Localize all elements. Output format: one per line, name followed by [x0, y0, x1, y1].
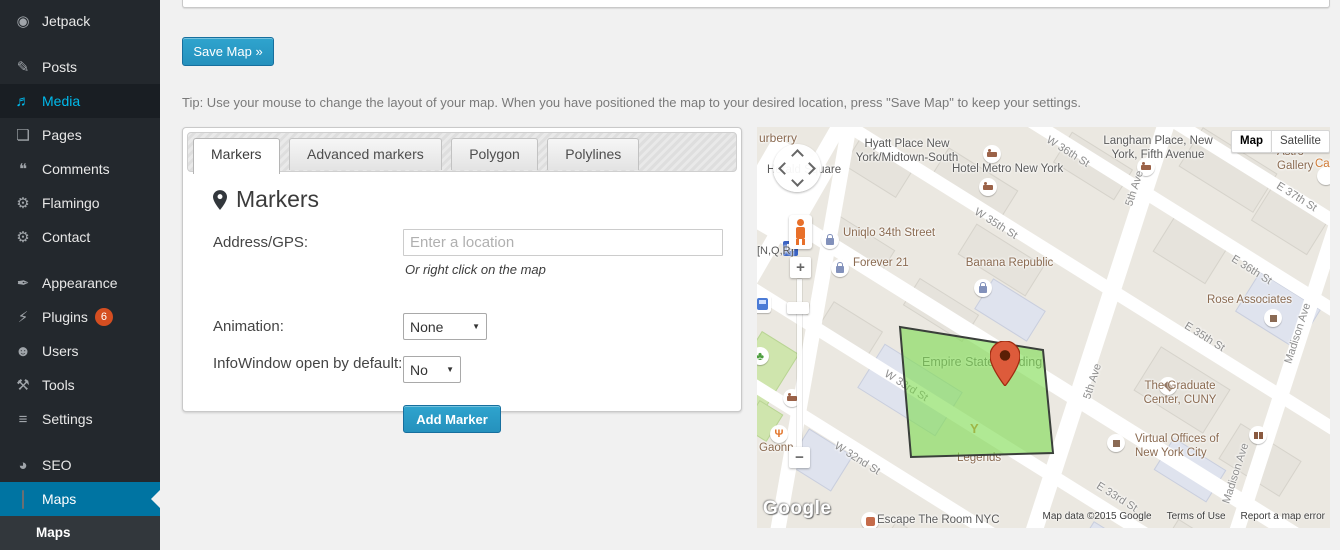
sidebar-item-label: Maps [42, 491, 77, 507]
sidebar-item-label: Posts [42, 59, 78, 75]
marker-pin-icon [213, 189, 227, 210]
sidebar-item-label: Users [42, 343, 79, 359]
comment-bubble-icon: ❝ [18, 161, 28, 178]
gear-icon: ⚙ [16, 195, 30, 212]
sidebar-item-plugins[interactable]: ⚡ Plugins 6 [0, 300, 160, 334]
sidebar-item-jetpack[interactable]: ◉ Jetpack [0, 4, 160, 38]
tip-text: Tip: Use your mouse to change the layout… [182, 95, 1082, 110]
animation-label: Animation: [213, 318, 284, 335]
map-marker-pin[interactable] [990, 341, 1020, 386]
map-type-satellite-button[interactable]: Satellite [1271, 130, 1330, 153]
zoom-slider-handle[interactable] [787, 302, 809, 314]
gear-icon: ⚙ [16, 229, 30, 246]
maps-icon [12, 489, 34, 509]
sidebar-separator [0, 436, 160, 448]
street-view-pegman[interactable] [789, 215, 812, 249]
pan-down-icon[interactable] [791, 174, 804, 187]
map-type-map-button[interactable]: Map [1231, 130, 1271, 153]
tab-advanced-markers[interactable]: Advanced markers [289, 138, 442, 170]
report-map-error-link[interactable]: Report a map error [1241, 511, 1325, 522]
add-marker-button[interactable]: Add Marker [403, 405, 501, 433]
sidebar-item-label: Media [42, 93, 81, 109]
jetpack-icon: ◉ [16, 13, 30, 30]
map-type-control: Map Satellite [1231, 130, 1330, 153]
sidebar-item-media[interactable]: ♬ Media [0, 84, 160, 118]
panel-heading: Markers [213, 186, 741, 213]
infowindow-label: InfoWindow open by default: [213, 355, 403, 372]
google-map-canvas[interactable]: ♣ Ψ M Y urberry Herald Square Hyatt Plac… [757, 127, 1330, 528]
sidebar-item-label: Settings [42, 411, 93, 427]
pan-left-icon[interactable] [778, 162, 791, 175]
sliders-icon: ≡ [18, 410, 28, 428]
tab-polylines[interactable]: Polylines [547, 138, 640, 170]
infowindow-select-value: No [410, 361, 428, 378]
sidebar-item-label: Flamingo [42, 195, 100, 211]
user-icon: ☻ [15, 342, 31, 360]
terms-of-use-link[interactable]: Terms of Use [1167, 511, 1226, 522]
sidebar-item-label: Tools [42, 377, 75, 393]
sidebar-item-tools[interactable]: ⚒ Tools [0, 368, 160, 402]
address-label: Address/GPS: [213, 234, 309, 251]
zoom-out-button[interactable]: − [789, 447, 810, 468]
pushpin-icon: ✎ [16, 59, 30, 76]
pages-icon: ❏ [16, 127, 30, 144]
shortcode-box-partial [182, 0, 1330, 8]
admin-sidebar: ◉ Jetpack ✎ Posts ♬ Media ❏ Pages ❝ Comm… [0, 0, 160, 550]
animation-select-value: None [410, 318, 444, 335]
sidebar-item-comments[interactable]: ❝ Comments [0, 152, 160, 186]
marker-settings-panel: Markers Advanced markers Polygon Polylin… [182, 127, 742, 433]
admin-content: Save Map » Tip: Use your mouse to change… [160, 0, 1340, 550]
sidebar-item-label: Jetpack [42, 13, 91, 29]
map-copyright: Map data ©2015 Google [1042, 511, 1152, 522]
sidebar-item-label: Contact [42, 229, 91, 245]
tabs-bar: Markers Advanced markers Polygon Polylin… [187, 132, 737, 174]
plugins-update-badge: 6 [94, 308, 113, 326]
map-attribution: Map data ©2015 Google Terms of Use Repor… [1042, 511, 1325, 522]
media-icon: ♬ [15, 92, 31, 110]
sidebar-item-flamingo[interactable]: ⚙ Flamingo [0, 186, 160, 220]
sidebar-item-label: Comments [42, 161, 110, 177]
sidebar-item-contact[interactable]: ⚙ Contact [0, 220, 160, 254]
brush-icon: ✒ [16, 275, 30, 292]
zoom-in-button[interactable]: + [790, 257, 811, 278]
sidebar-item-label: Plugins [42, 309, 88, 325]
sidebar-item-settings[interactable]: ≡ Settings [0, 402, 160, 436]
sidebar-submenu-maps[interactable]: Maps [0, 516, 160, 550]
pan-right-icon[interactable] [803, 162, 816, 175]
seo-icon: ◕ [18, 456, 28, 474]
wrench-icon: ⚒ [16, 377, 30, 394]
save-map-button[interactable]: Save Map » [182, 37, 274, 66]
animation-select[interactable]: None ▼ [403, 313, 487, 340]
google-logo[interactable]: Google [763, 498, 831, 520]
address-input[interactable] [403, 229, 723, 256]
address-hint: Or right click on the map [405, 262, 546, 277]
chevron-down-icon: ▼ [472, 322, 480, 331]
sidebar-item-label: SEO [42, 457, 72, 473]
sidebar-item-label: Appearance [42, 275, 118, 291]
sidebar-item-users[interactable]: ☻ Users [0, 334, 160, 368]
sidebar-item-posts[interactable]: ✎ Posts [0, 50, 160, 84]
tab-panel-markers: Markers Address/GPS: Or right click on t… [183, 176, 741, 433]
infowindow-select[interactable]: No ▼ [403, 356, 461, 383]
empire-state-polygon[interactable] [898, 325, 1055, 459]
sidebar-item-appearance[interactable]: ✒ Appearance [0, 266, 160, 300]
tab-markers[interactable]: Markers [193, 138, 280, 174]
map-polygon-overlay [898, 325, 1055, 459]
panel-heading-text: Markers [236, 186, 320, 212]
pan-control[interactable] [773, 144, 821, 192]
plugin-icon: ⚡ [17, 309, 29, 326]
tab-polygon[interactable]: Polygon [451, 138, 538, 170]
sidebar-separator [0, 38, 160, 50]
sidebar-item-label: Pages [42, 127, 82, 143]
sidebar-separator [0, 254, 160, 266]
chevron-down-icon: ▼ [446, 365, 454, 374]
sidebar-item-seo[interactable]: ◕ SEO [0, 448, 160, 482]
sidebar-item-pages[interactable]: ❏ Pages [0, 118, 160, 152]
sidebar-item-maps[interactable]: Maps [0, 482, 160, 516]
pan-up-icon[interactable] [791, 149, 804, 162]
